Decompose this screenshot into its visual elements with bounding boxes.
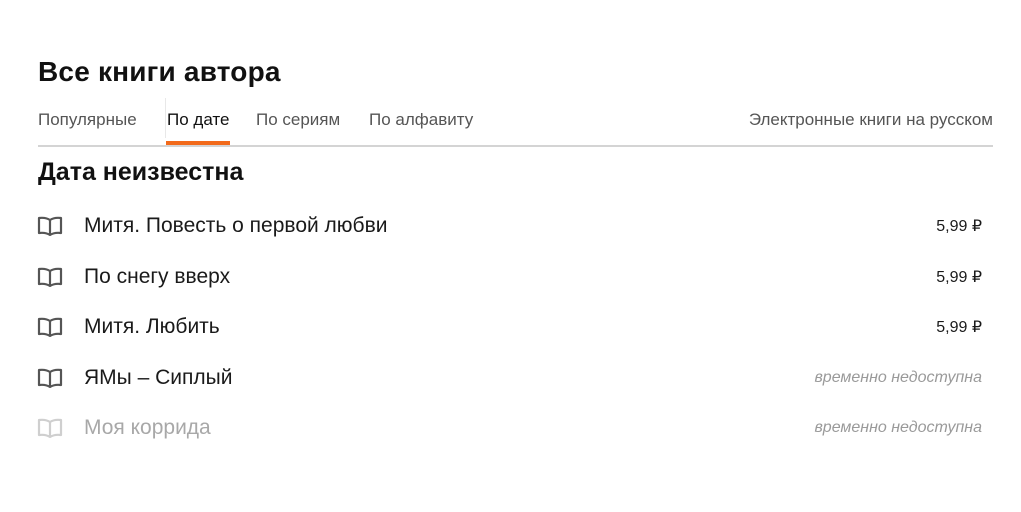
book-title: Митя. Любить — [84, 315, 220, 339]
tab-alphabetical[interactable]: По алфавиту — [369, 110, 473, 130]
section-title: Дата неизвестна — [38, 158, 244, 186]
book-title: Митя. Повесть о первой любви — [84, 214, 388, 238]
page: Все книги автора Популярные По дате По с… — [0, 0, 1021, 512]
book-title: Моя коррида — [84, 416, 211, 440]
book-list: Митя. Повесть о первой любви 5,99 ₽ По с… — [36, 201, 982, 454]
page-title: Все книги автора — [38, 56, 281, 87]
tab-divider — [165, 98, 166, 138]
book-row[interactable]: ЯМы – Сиплый временно недоступна — [36, 353, 982, 404]
tab-by-date[interactable]: По дате — [167, 110, 229, 130]
book-price: 5,99 ₽ — [936, 218, 982, 236]
tab-popular[interactable]: Популярные — [38, 110, 137, 130]
book-open-icon — [36, 316, 64, 338]
book-row[interactable]: Митя. Повесть о первой любви 5,99 ₽ — [36, 201, 982, 252]
book-open-icon — [36, 417, 64, 439]
active-tab-indicator — [166, 141, 230, 145]
book-row[interactable]: Митя. Любить 5,99 ₽ — [36, 302, 982, 353]
book-price: 5,99 ₽ — [936, 268, 982, 286]
tab-bar: Популярные По дате По сериям По алфавиту… — [38, 98, 993, 147]
book-price: 5,99 ₽ — [936, 319, 982, 337]
tab-by-series[interactable]: По сериям — [256, 110, 340, 130]
book-open-icon — [36, 266, 64, 288]
book-row: Моя коррида временно недоступна — [36, 403, 982, 454]
book-row[interactable]: По снегу вверх 5,99 ₽ — [36, 252, 982, 303]
book-title: По снегу вверх — [84, 264, 231, 288]
book-open-icon — [36, 367, 64, 389]
book-status: временно недоступна — [814, 419, 982, 437]
book-status: временно недоступна — [814, 368, 982, 386]
book-open-icon — [36, 215, 64, 237]
language-filter-link[interactable]: Электронные книги на русском — [749, 110, 993, 130]
book-title: ЯМы – Сиплый — [84, 365, 233, 389]
